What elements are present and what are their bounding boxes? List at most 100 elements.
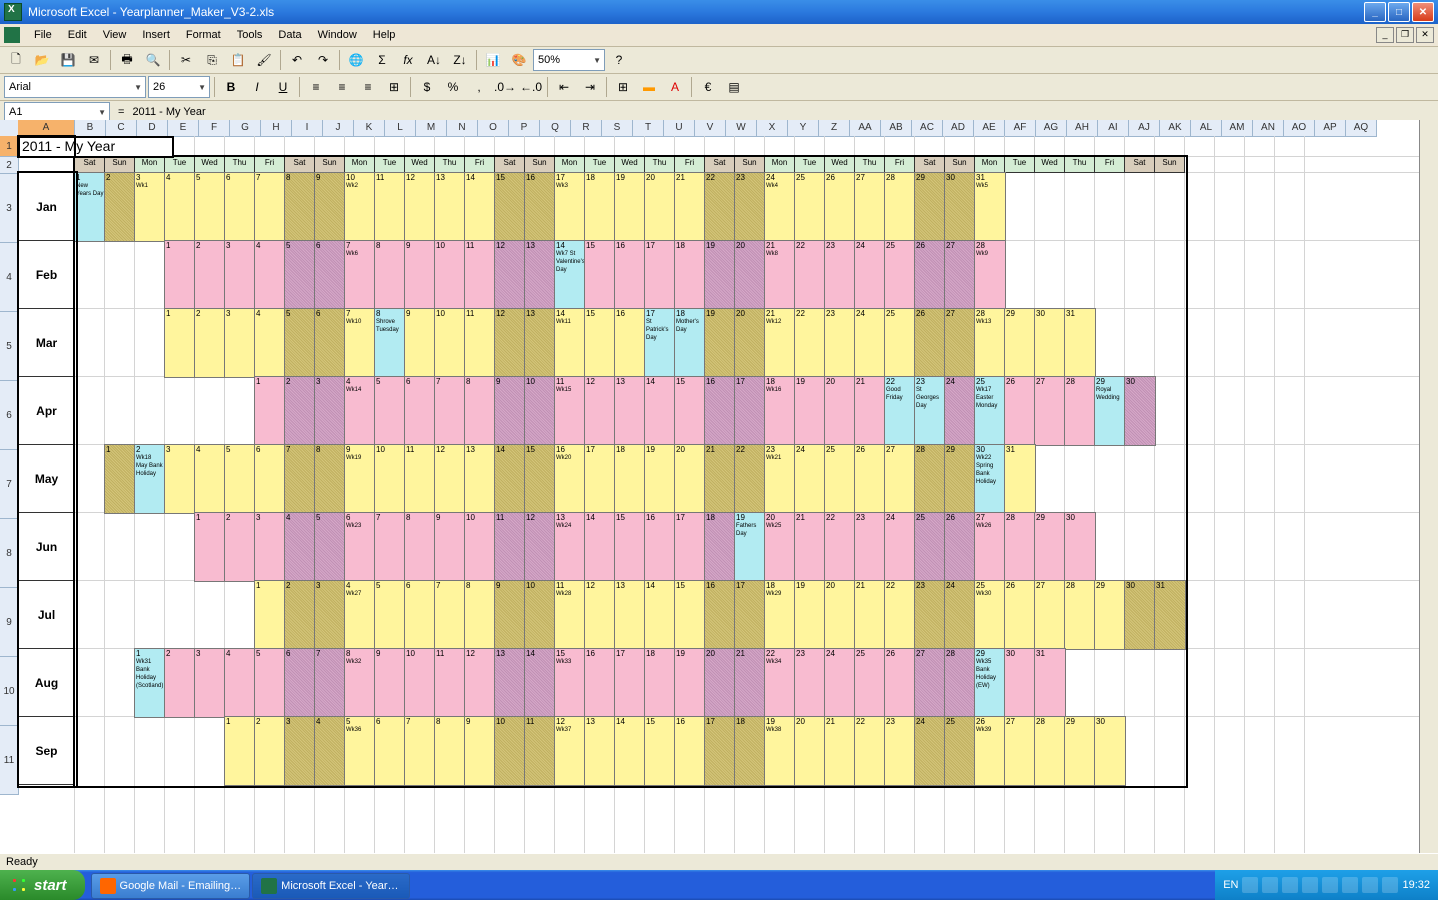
day-cell[interactable]: 15 [674,580,706,650]
taskbar-button[interactable]: Google Mail - Emailing… [91,873,251,899]
borders-icon[interactable]: ⊞ [611,75,635,99]
day-cell[interactable]: 25 [944,716,976,786]
day-cell[interactable]: 28 [1004,512,1036,582]
day-cell[interactable]: 17 [734,580,766,650]
clock[interactable]: 19:32 [1402,879,1430,891]
day-cell[interactable]: 11Wk28 [554,580,586,650]
day-cell[interactable]: 6 [314,308,346,378]
day-cell[interactable]: 10 [374,444,406,514]
col-header-AL[interactable]: AL [1191,120,1222,136]
day-cell[interactable]: 6 [284,648,316,718]
day-cell[interactable]: 6 [404,376,436,446]
day-cell[interactable]: 9 [404,308,436,378]
day-cell[interactable]: 19 [794,376,826,446]
day-cell[interactable]: 16 [674,716,706,786]
col-header-X[interactable]: X [757,120,788,136]
day-cell[interactable]: 9Wk19 [344,444,376,514]
day-cell[interactable]: 30 [1094,716,1126,786]
day-cell[interactable]: 31 [1154,580,1186,650]
day-cell[interactable]: 19 [704,240,736,310]
day-cell[interactable]: 30 [1124,580,1156,650]
day-cell[interactable]: 22Good Friday [884,376,916,446]
day-cell[interactable]: 12Wk37 [554,716,586,786]
day-cell[interactable]: 9 [494,376,526,446]
align-right-icon[interactable]: ≡ [356,75,380,99]
tray-icon[interactable] [1242,877,1258,893]
day-cell[interactable]: 11 [464,240,496,310]
day-cell[interactable]: 8 [434,716,466,786]
paste-icon[interactable]: 📋 [226,48,250,72]
language-indicator[interactable]: EN [1223,879,1238,891]
col-header-AN[interactable]: AN [1253,120,1284,136]
day-cell[interactable]: 26 [1004,376,1036,446]
day-cell[interactable]: 12 [494,240,526,310]
day-cell[interactable]: 25 [884,240,916,310]
day-cell[interactable]: 29 [1094,580,1126,650]
col-header-S[interactable]: S [602,120,633,136]
col-header-K[interactable]: K [354,120,385,136]
new-icon[interactable]: 🗋 [4,48,28,72]
col-header-AP[interactable]: AP [1315,120,1346,136]
day-cell[interactable]: 5 [194,172,226,242]
col-header-AA[interactable]: AA [850,120,881,136]
bold-button[interactable]: B [219,75,243,99]
tray-icon[interactable] [1362,877,1378,893]
day-cell[interactable]: 15 [614,512,646,582]
day-cell[interactable]: 18Wk29 [764,580,796,650]
col-header-T[interactable]: T [633,120,664,136]
day-cell[interactable]: 4Wk27 [344,580,376,650]
day-cell[interactable]: 25 [794,172,826,242]
day-cell[interactable]: 27Wk26 [974,512,1006,582]
col-header-AQ[interactable]: AQ [1346,120,1377,136]
day-cell[interactable]: 10 [524,580,556,650]
col-header-W[interactable]: W [726,120,757,136]
day-cell[interactable]: 10 [464,512,496,582]
day-cell[interactable]: 6Wk23 [344,512,376,582]
day-cell[interactable]: 29 [1004,308,1036,378]
day-cell[interactable]: 25 [824,444,856,514]
doc-restore-button[interactable]: ❐ [1396,27,1414,43]
help-icon[interactable]: ? [607,48,631,72]
day-cell[interactable]: 11 [464,308,496,378]
day-cell[interactable]: 3 [164,444,196,514]
day-cell[interactable]: 9 [374,648,406,718]
cell-grid[interactable]: 2011 - My Year SatSunMonTueWedThuFriSatS… [18,136,1438,858]
day-cell[interactable]: 3 [224,240,256,310]
day-cell[interactable]: 28 [1034,716,1066,786]
day-cell[interactable]: 19 [794,580,826,650]
day-cell[interactable]: 9 [464,716,496,786]
day-cell[interactable]: 23 [824,308,856,378]
day-cell[interactable]: 21Wk8 [764,240,796,310]
day-cell[interactable]: 27 [1034,376,1066,446]
row-header-2[interactable]: 2 [0,157,18,174]
day-cell[interactable]: 22 [794,240,826,310]
day-cell[interactable]: 13 [494,648,526,718]
day-cell[interactable]: 20 [794,716,826,786]
day-cell[interactable]: 19 [614,172,646,242]
day-cell[interactable]: 5 [374,580,406,650]
day-cell[interactable]: 29Wk35 Bank Holiday (EW) [974,648,1006,718]
increase-indent-icon[interactable]: ⇥ [578,75,602,99]
col-header-AB[interactable]: AB [881,120,912,136]
system-tray[interactable]: EN 19:32 [1215,870,1438,900]
menu-edit[interactable]: Edit [60,27,95,43]
day-cell[interactable]: 20 [734,308,766,378]
print-preview-icon[interactable]: 🔍 [141,48,165,72]
col-header-N[interactable]: N [447,120,478,136]
tray-icon[interactable] [1302,877,1318,893]
col-header-AM[interactable]: AM [1222,120,1253,136]
day-cell[interactable]: 7 [284,444,316,514]
day-cell[interactable]: 21 [794,512,826,582]
col-header-Y[interactable]: Y [788,120,819,136]
day-cell[interactable]: 18 [674,240,706,310]
day-cell[interactable]: 26 [824,172,856,242]
day-cell[interactable]: 8 [404,512,436,582]
day-cell[interactable]: 7 [434,376,466,446]
day-cell[interactable]: 16 [644,512,676,582]
day-cell[interactable]: 5 [224,444,256,514]
day-cell[interactable]: 10Wk2 [344,172,376,242]
day-cell[interactable]: 14 [494,444,526,514]
menu-data[interactable]: Data [270,27,309,43]
day-cell[interactable]: 15 [524,444,556,514]
day-cell[interactable]: 25 [884,308,916,378]
